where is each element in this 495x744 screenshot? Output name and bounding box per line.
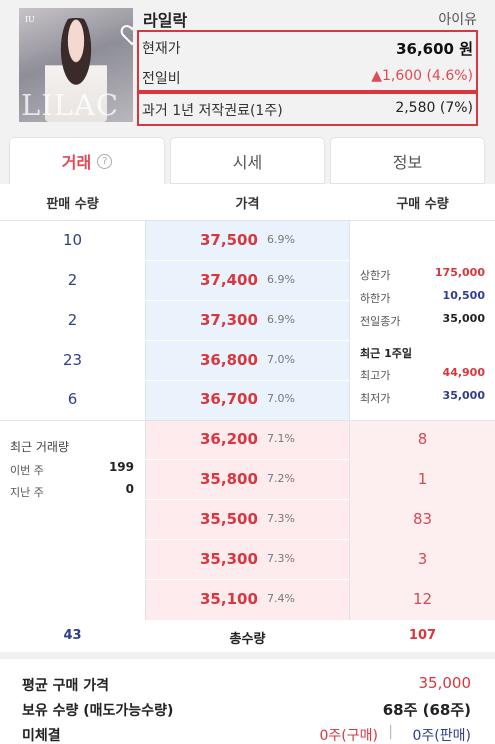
last-week-value: 0 — [125, 482, 134, 496]
pending-buy-value[interactable]: 0주(구매) — [320, 725, 378, 744]
buy-qty-header: 구매 수량 — [396, 197, 449, 212]
sell-qty-header: 판매 수량 — [46, 197, 99, 212]
ask-qty: 6 — [67, 390, 78, 408]
bid-row[interactable]: 35,300 7.3% 3 — [0, 540, 495, 580]
price-header: 가격 — [235, 197, 260, 212]
ask-price: 37,300 — [200, 311, 258, 329]
week-low-value: 35,000 — [442, 389, 485, 402]
week-high-label: 최고가 — [360, 369, 391, 382]
pending-sell-value[interactable]: 0주(판매) — [413, 725, 471, 744]
bid-price: 35,300 — [200, 550, 258, 568]
song-header: IU LILAC 라일락 아이유 현재가 36,600 원 전일비 ▲1,600… — [0, 0, 495, 134]
bid-yield: 7.2% — [267, 472, 295, 485]
bid-price: 35,500 — [200, 510, 258, 528]
ask-row[interactable]: 6 36,700 7.0% — [0, 380, 495, 420]
week-title: 최근 1주일 — [360, 347, 412, 360]
pending-label: 미체결 — [22, 728, 61, 744]
artist-name: 아이유 — [438, 12, 477, 28]
bid-row[interactable]: 35,100 7.4% 12 — [0, 580, 495, 620]
album-cover: IU LILAC — [19, 8, 133, 122]
week-high-value: 44,900 — [442, 366, 485, 379]
bid-price: 36,200 — [200, 430, 258, 448]
pending-divider: | — [388, 724, 393, 740]
this-week-value: 199 — [108, 460, 134, 474]
ask-qty: 2 — [67, 271, 78, 289]
change-value: ▲1,600 (4.6%) — [371, 68, 473, 84]
upper-limit-label: 상한가 — [360, 269, 391, 282]
help-icon[interactable]: ? — [97, 153, 113, 169]
holding-value: 68주 (68주) — [382, 701, 471, 719]
week-low-label: 최저가 — [360, 392, 391, 405]
tab-price-label: 시세 — [232, 152, 263, 172]
avg-price-value: 35,000 — [418, 674, 472, 692]
bid-qty: 83 — [412, 510, 433, 528]
tab-price[interactable]: 시세 — [170, 137, 325, 184]
royalty-label: 과거 1년 저작권료(1주) — [142, 103, 283, 119]
bid-yield: 7.3% — [267, 552, 295, 565]
ask-yield: 6.9% — [267, 233, 295, 246]
current-price-label: 현재가 — [142, 41, 181, 57]
holding-label: 보유 수량 (매도가능수량) — [22, 703, 174, 719]
album-artist-text: IU — [25, 15, 35, 24]
bid-yield: 7.3% — [267, 512, 295, 525]
tab-bar: 거래 ? 시세 정보 — [0, 134, 495, 184]
bid-price: 35,800 — [200, 470, 258, 488]
tab-trade[interactable]: 거래 ? — [9, 137, 165, 184]
prev-close-value: 35,000 — [442, 312, 485, 325]
bid-row[interactable]: 35,800 7.2% 1 — [0, 460, 495, 500]
song-title: 라일락 — [143, 11, 188, 30]
tab-info[interactable]: 정보 — [330, 137, 485, 184]
ask-yield: 7.0% — [267, 392, 295, 405]
prev-close-label: 전일종가 — [360, 315, 401, 328]
total-row: 43 총수량 107 — [0, 620, 495, 652]
bid-qty: 1 — [417, 470, 428, 488]
total-label: 총수량 — [229, 632, 266, 647]
ask-yield: 7.0% — [267, 353, 295, 366]
tab-trade-label: 거래 — [61, 153, 92, 172]
ask-row[interactable]: 2 37,300 6.9% — [0, 301, 495, 341]
bid-price: 35,100 — [200, 590, 258, 608]
bid-yield: 7.4% — [267, 592, 295, 605]
ask-yield: 6.9% — [267, 313, 295, 326]
total-buy-qty: 107 — [408, 628, 437, 643]
ask-qty: 2 — [67, 311, 78, 329]
ask-price: 37,500 — [200, 231, 258, 249]
bid-qty: 12 — [412, 590, 433, 608]
current-price-value: 36,600 원 — [396, 40, 473, 58]
upper-limit-value: 175,000 — [434, 266, 485, 279]
bid-qty: 3 — [417, 550, 428, 568]
ask-yield: 6.9% — [267, 273, 295, 286]
ask-row[interactable]: 2 37,400 6.9% — [0, 261, 495, 301]
ask-price: 36,800 — [200, 351, 258, 369]
ask-row[interactable]: 23 36,800 7.0% — [0, 341, 495, 381]
change-label: 전일비 — [142, 71, 181, 87]
recent-volume-title: 최근 거래량 — [10, 440, 70, 454]
ask-price: 37,400 — [200, 271, 258, 289]
tab-info-label: 정보 — [392, 152, 423, 172]
bid-row[interactable]: 35,500 7.3% 83 — [0, 500, 495, 540]
lower-limit-value: 10,500 — [442, 289, 485, 302]
last-week-label: 지난 주 — [10, 486, 44, 499]
ask-row[interactable]: 10 37,500 6.9% — [0, 221, 495, 261]
total-sell-qty: 43 — [63, 628, 82, 643]
bid-yield: 7.1% — [267, 432, 295, 445]
holding-summary: 평균 구매 가격 35,000 보유 수량 (매도가능수량) 68주 (68주)… — [0, 652, 495, 744]
ask-qty: 23 — [62, 351, 83, 369]
ask-qty: 10 — [62, 231, 83, 249]
bid-row[interactable]: 36,200 7.1% 8 — [0, 420, 495, 460]
this-week-label: 이번 주 — [10, 464, 44, 477]
avg-price-label: 평균 구매 가격 — [22, 678, 110, 694]
album-title-text: LILAC — [21, 88, 120, 122]
heart-icon[interactable] — [120, 24, 133, 46]
lower-limit-label: 하한가 — [360, 292, 391, 305]
royalty-value: 2,580 (7%) — [395, 100, 473, 116]
ask-price: 36,700 — [200, 390, 258, 408]
bid-qty: 8 — [417, 430, 428, 448]
